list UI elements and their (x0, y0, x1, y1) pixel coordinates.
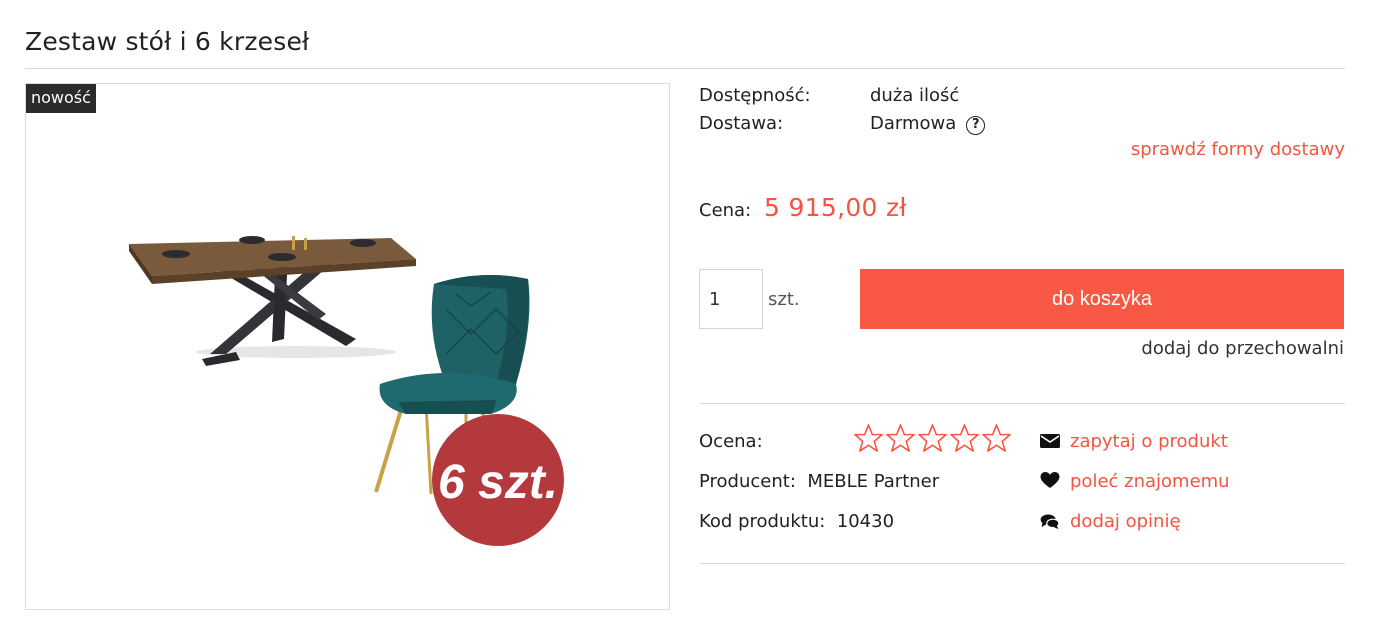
add-to-storage-link[interactable]: dodaj do przechowalni (1141, 338, 1344, 359)
product-code-value: 10430 (836, 511, 895, 532)
add-review-link[interactable]: dodaj opinię (1040, 511, 1181, 532)
price-value: 5 915,00 zł (764, 193, 907, 222)
producer-label: Producent: (699, 471, 796, 492)
check-delivery-link[interactable]: sprawdź formy dostawy (1131, 139, 1345, 160)
product-info-panel: Dostępność: duża ilość Dostawa: Darmowa?… (699, 0, 1345, 634)
envelope-icon (1040, 434, 1060, 448)
product-code-label: Kod produktu: (699, 511, 826, 532)
star-icon[interactable] (917, 423, 948, 453)
quantity-input[interactable] (699, 269, 763, 329)
star-icon[interactable] (949, 423, 980, 453)
svg-text:6 szt.: 6 szt. (438, 456, 558, 509)
page-title: Zestaw stół i 6 krzeseł (25, 27, 310, 56)
star-icon[interactable] (981, 423, 1012, 453)
section-divider-bottom (699, 563, 1345, 564)
star-icon[interactable] (853, 423, 884, 453)
question-circle-icon[interactable]: ? (966, 116, 986, 135)
recommend-to-friend-link[interactable]: poleć znajomemu (1040, 471, 1230, 492)
availability-label: Dostępność: (699, 85, 811, 106)
star-icon[interactable] (885, 423, 916, 453)
quantity-unit: szt. (768, 289, 800, 310)
delivery-label: Dostawa: (699, 113, 784, 134)
comments-icon (1040, 514, 1060, 529)
delivery-value: Darmowa (870, 113, 957, 134)
quantity-overlay-text: 6 szt. (438, 456, 558, 509)
product-gallery[interactable]: 6 szt. nowość (25, 83, 670, 610)
add-to-cart-button[interactable]: do koszyka (860, 269, 1344, 329)
availability-value: duża ilość (870, 85, 960, 106)
section-divider (699, 403, 1345, 404)
producer-value[interactable]: MEBLE Partner (807, 471, 939, 492)
price-label: Cena: (699, 200, 752, 221)
product-image[interactable]: 6 szt. (26, 84, 669, 609)
rating-stars[interactable] (853, 423, 1012, 453)
new-badge: nowość (26, 84, 96, 113)
rating-label: Ocena: (699, 431, 763, 452)
ask-about-product-link[interactable]: zapytaj o produkt (1040, 431, 1228, 452)
delivery-value-wrap: Darmowa? (870, 113, 986, 135)
heart-icon (1040, 472, 1060, 489)
